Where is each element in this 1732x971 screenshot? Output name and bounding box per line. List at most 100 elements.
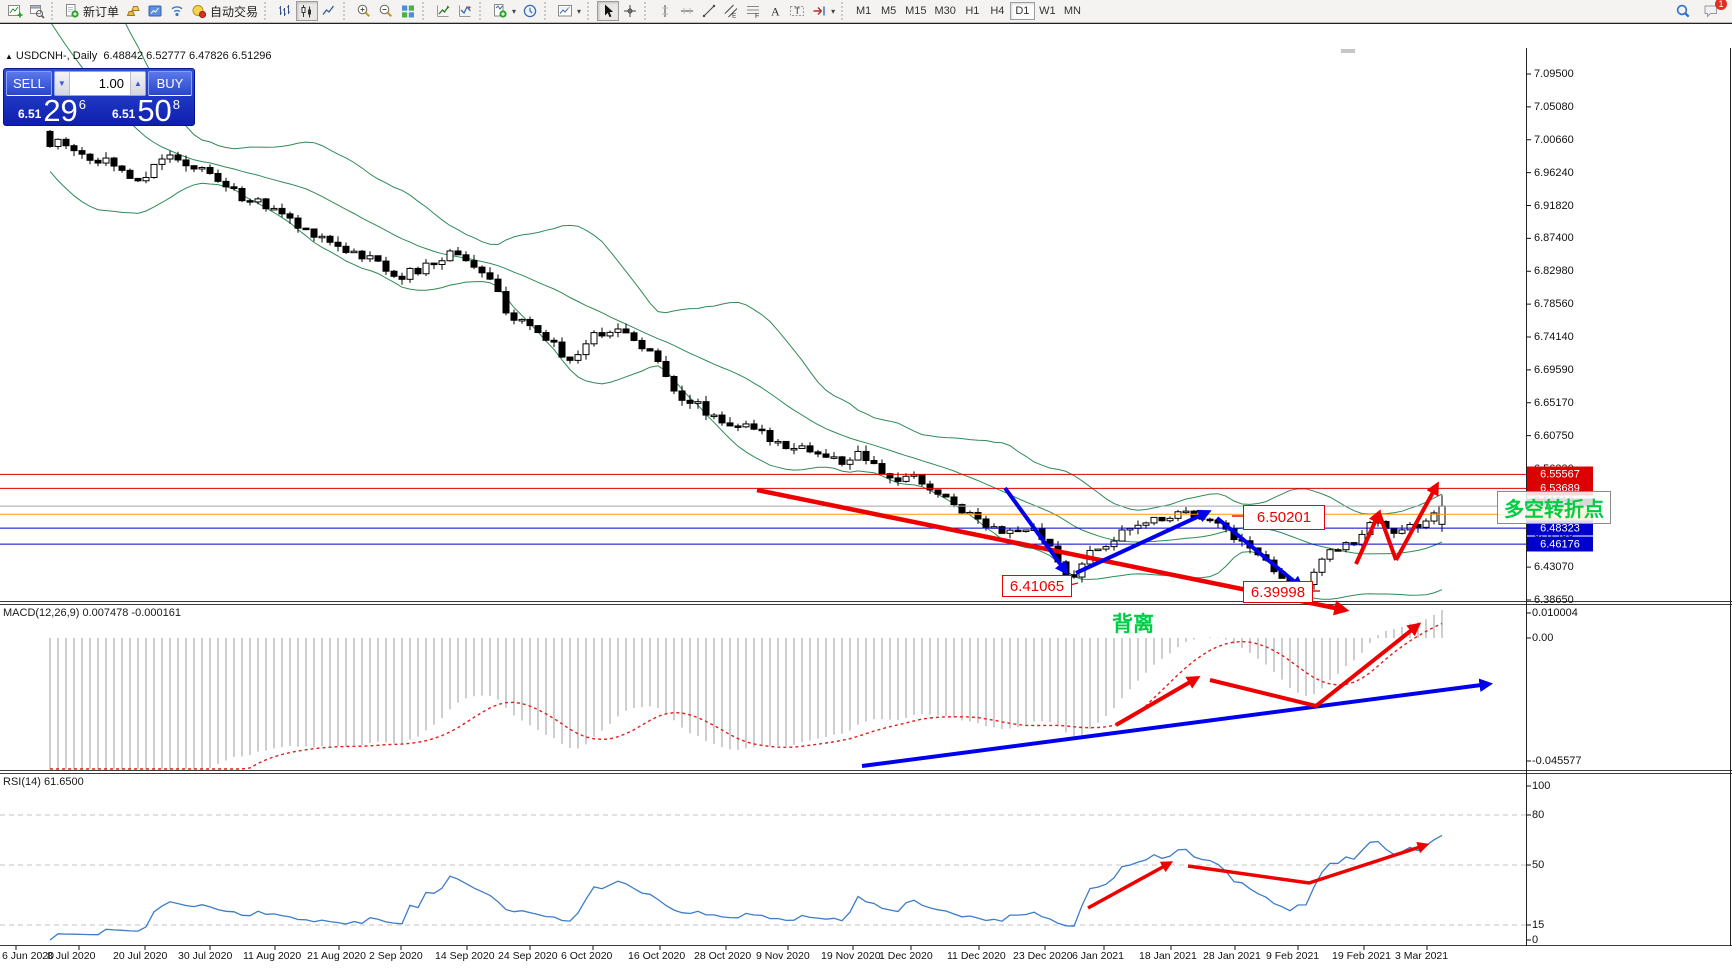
timeframe-m15-button[interactable]: M15 [901,2,930,20]
crosshair-icon [622,3,638,19]
new-chart-button[interactable] [4,1,26,21]
price-tick-label[interactable]: 6.91820 [1534,200,1574,212]
date-label: 16 Oct 2020 [628,950,685,962]
price-tick-label[interactable]: 6.96240 [1534,167,1574,179]
price-tick-label[interactable]: 7.09500 [1534,68,1574,80]
price-tick-label[interactable]: 6.43070 [1534,561,1574,573]
rsi-line [50,835,1442,940]
timeframe-m5-button[interactable]: M5 [876,2,901,20]
candle-body [1423,521,1429,527]
candle-body [1263,555,1269,560]
svg-text:T: T [795,6,801,16]
price-annotation-tag[interactable]: 6.50201 [1243,505,1325,530]
candle-body [575,355,581,361]
text-tool-button[interactable]: A [764,1,786,21]
volume-increase-button[interactable]: ▲ [130,72,145,95]
price-tick-label[interactable]: 6.60750 [1534,430,1574,442]
arrows-tool-button[interactable]: ▾ [808,1,838,21]
signals-button[interactable] [166,1,188,21]
timeframe-m30-button[interactable]: M30 [930,2,959,20]
vertical-line-tool-button[interactable] [654,1,676,21]
panel-separator[interactable] [0,770,1732,771]
panel-separator[interactable] [0,601,1732,602]
candle-body [335,242,341,246]
add-indicator-button[interactable]: ▾ [489,1,519,21]
crosshair-tool-button[interactable] [619,1,641,21]
candle-body [831,457,837,459]
cursor-tool-button[interactable] [597,1,619,21]
candle-body [183,160,189,166]
text-annotation[interactable]: 多空转折点 [1497,491,1611,524]
candlestick-mode-button[interactable] [296,1,318,21]
candle-body [135,178,141,180]
tile-windows-button[interactable] [397,1,419,21]
toolbar-separator [264,2,271,20]
candle-body [655,351,661,362]
price-tick-label[interactable]: 6.87400 [1534,232,1574,244]
chart-scrollbar-thumb[interactable] [1341,49,1355,53]
price-tick-label[interactable]: 6.65170 [1534,397,1574,409]
price-tick-label[interactable]: 7.00660 [1534,134,1574,146]
zoom-in-button[interactable] [353,1,375,21]
date-label: 24 Sep 2020 [498,950,558,962]
timeframe-h4-button[interactable]: H4 [985,2,1010,20]
volume-value[interactable]: 1.00 [70,72,130,95]
volume-decrease-button[interactable]: ▼ [55,72,70,95]
fibonacci-tool-button[interactable]: F [742,1,764,21]
line-chart-mode-button[interactable] [318,1,340,21]
candle-body [1031,529,1037,531]
trendline-tool-button[interactable] [698,1,720,21]
auto-scroll-button[interactable] [432,1,454,21]
candle-body [1199,517,1205,519]
price-annotation-tag[interactable]: 6.39998 [1243,581,1313,603]
timeframe-mn-button[interactable]: MN [1060,2,1085,20]
candle-body [487,273,493,279]
price-level-tag[interactable]: 6.46176 [1527,537,1593,552]
candle-body [679,391,685,400]
new-order-button[interactable]: 新订单 [61,1,122,21]
chart-plus-icon [7,3,23,19]
chart-canvas[interactable] [0,24,1732,971]
candle-body [519,319,525,321]
candle-body [759,429,765,431]
candle-body [479,267,485,273]
timeframe-m1-button[interactable]: M1 [851,2,876,20]
market-watch-button[interactable] [144,1,166,21]
price-level-tag[interactable]: 6.55567 [1527,467,1593,482]
candle-body [671,376,677,391]
timeframe-w1-button[interactable]: W1 [1035,2,1060,20]
notifications-button[interactable]: 1 [1700,1,1722,21]
fibo-icon: F [745,3,761,19]
chart-template-button[interactable]: ▾ [554,1,584,21]
price-tick-label[interactable]: 6.69590 [1534,364,1574,376]
search-button[interactable] [1672,1,1694,21]
chart-shift-button[interactable] [454,1,476,21]
chart-window[interactable]: ▲USDCNH-, Daily 6.48842 6.52777 6.47826 … [0,23,1732,947]
timeframe-h1-button[interactable]: H1 [960,2,985,20]
candle-body [1407,524,1413,529]
candle-body [447,251,453,261]
equidistant-channel-tool-button[interactable]: E [720,1,742,21]
auto-trading-button[interactable]: 自动交易 [188,1,261,21]
profiles-button[interactable] [26,1,48,21]
bars-icon [277,3,293,19]
period-selector-button[interactable] [519,1,541,21]
candle-body [1015,530,1021,532]
timeframe-d1-button[interactable]: D1 [1010,2,1035,20]
zoom-out-button[interactable] [375,1,397,21]
price-tick-label[interactable]: 6.74140 [1534,331,1574,343]
price-tick-label[interactable]: 7.05080 [1534,101,1574,113]
price-tick-label[interactable]: 6.38650 [1534,594,1574,606]
zoom-in-icon [356,3,372,19]
price-annotation-tag[interactable]: 6.41065 [1002,575,1072,597]
price-tick-label[interactable]: 6.78560 [1534,298,1574,310]
text-annotation[interactable]: 背离 [1112,608,1154,638]
candle-body [767,430,773,441]
candle-body [103,158,109,163]
horizontal-line-tool-button[interactable] [676,1,698,21]
quotes-button[interactable] [122,1,144,21]
price-tick-label[interactable]: 6.82980 [1534,265,1574,277]
text-label-tool-button[interactable]: T [786,1,808,21]
candle-body [615,329,621,332]
bar-chart-mode-button[interactable] [274,1,296,21]
